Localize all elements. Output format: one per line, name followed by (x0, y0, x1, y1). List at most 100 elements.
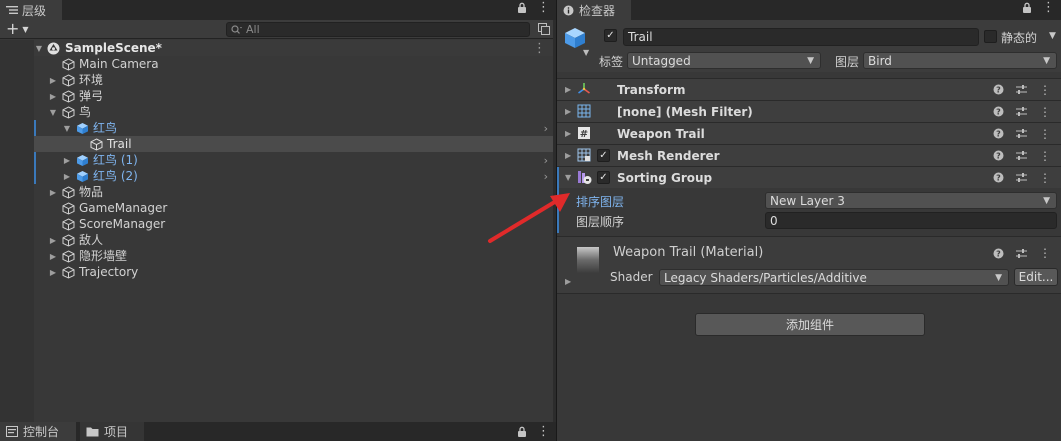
help-icon[interactable]: ? (993, 248, 1004, 259)
component-sorting-group[interactable]: ▼ ✓ Sorting Group ? ⋮ (557, 166, 1061, 233)
tab-console[interactable]: 控制台 (0, 422, 76, 441)
shader-dropdown[interactable]: Legacy Shaders/Particles/Additive ▼ (659, 269, 1009, 286)
collapsed-arrow-icon[interactable]: ▶ (565, 277, 571, 286)
script-icon: # (577, 126, 591, 140)
more-menu-icon[interactable]: ⋮ (537, 425, 550, 438)
collapsed-arrow-icon[interactable]: ▶ (48, 75, 58, 85)
hierarchy-item-trail[interactable]: Trail (0, 136, 556, 152)
hierarchy-item-enemies[interactable]: ▶ 敌人 (0, 232, 556, 248)
more-menu-icon[interactable]: ⋮ (1042, 1, 1055, 14)
svg-text:#: # (580, 129, 588, 140)
collapsed-arrow-icon[interactable]: ▶ (48, 267, 58, 277)
component-mesh-filter[interactable]: ▶ [none] (Mesh Filter) ? ⋮ (557, 100, 1061, 122)
preset-sliders-icon[interactable] (1016, 248, 1027, 259)
help-icon[interactable]: ? (993, 150, 1004, 161)
preset-sliders-icon[interactable] (1016, 150, 1027, 161)
preset-sliders-icon[interactable] (1016, 172, 1027, 183)
help-icon[interactable]: ? (993, 128, 1004, 139)
more-menu-icon[interactable]: ⋮ (537, 1, 550, 14)
more-menu-icon[interactable]: ⋮ (1039, 171, 1051, 185)
gameobject-icon (62, 249, 75, 263)
create-button[interactable]: + ▼ (6, 21, 29, 37)
component-weapon-trail[interactable]: ▶ # Weapon Trail ? ⋮ (557, 122, 1061, 144)
collapsed-arrow-icon[interactable]: ▶ (48, 91, 58, 101)
lock-icon[interactable] (1022, 2, 1032, 14)
hierarchy-item-score-manager[interactable]: ScoreManager (0, 216, 556, 232)
help-icon[interactable]: ? (993, 84, 1004, 95)
collapsed-arrow-icon[interactable]: ▶ (48, 187, 58, 197)
chevron-right-icon[interactable]: › (544, 122, 548, 135)
hierarchy-item-red-bird-2[interactable]: ▶ 红鸟 (2) › (0, 168, 556, 184)
tab-hierarchy[interactable]: 层级 (0, 0, 62, 20)
chevron-down-icon[interactable]: ▼ (583, 48, 589, 57)
chevron-right-icon[interactable]: › (544, 170, 548, 183)
hierarchy-item-trajectory[interactable]: ▶ Trajectory (0, 264, 556, 280)
scene-row[interactable]: ▼ SampleScene* ⋮ (0, 40, 556, 56)
static-checkbox[interactable] (984, 30, 997, 43)
collapsed-arrow-icon[interactable]: ▶ (565, 151, 571, 160)
hierarchy-item-label: 敌人 (79, 233, 104, 247)
hierarchy-item-red-bird[interactable]: ▼ 红鸟 › (0, 120, 556, 136)
hierarchy-item-items[interactable]: ▶ 物品 (0, 184, 556, 200)
preset-sliders-icon[interactable] (1016, 84, 1027, 95)
collapsed-arrow-icon[interactable]: ▶ (565, 129, 571, 138)
collapsed-arrow-icon[interactable]: ▶ (565, 107, 571, 116)
preset-sliders-icon[interactable] (1016, 106, 1027, 117)
active-checkbox[interactable]: ✓ (604, 29, 617, 42)
expanded-arrow-icon[interactable]: ▼ (62, 123, 72, 133)
collapsed-arrow-icon[interactable]: ▶ (565, 85, 571, 94)
hierarchy-item-environment[interactable]: ▶ 环境 (0, 72, 556, 88)
component-transform[interactable]: ▶ Transform ? ⋮ (557, 78, 1061, 100)
tab-inspector[interactable]: 检查器 (557, 0, 631, 20)
expanded-arrow-icon[interactable]: ▼ (565, 173, 571, 182)
hierarchy-item-slingshot[interactable]: ▶ 弹弓 (0, 88, 556, 104)
sorting-layer-dropdown[interactable]: New Layer 3 ▼ (765, 192, 1057, 209)
enabled-checkbox[interactable]: ✓ (597, 149, 610, 162)
lock-icon[interactable] (517, 426, 527, 438)
collapsed-arrow-icon[interactable]: ▶ (62, 155, 72, 165)
tag-dropdown[interactable]: Untagged ▼ (627, 52, 821, 69)
collapsed-arrow-icon[interactable]: ▶ (62, 171, 72, 181)
edit-shader-button[interactable]: Edit... (1014, 268, 1058, 286)
more-menu-icon[interactable]: ⋮ (1039, 83, 1051, 97)
order-in-layer-field[interactable]: 0 (765, 212, 1057, 229)
material-section: ▶ Weapon Trail (Material) ? ⋮ Shader Leg… (557, 236, 1061, 294)
more-menu-icon[interactable]: ⋮ (1039, 127, 1051, 141)
expanded-arrow-icon[interactable]: ▼ (48, 107, 58, 117)
enabled-checkbox[interactable]: ✓ (597, 171, 610, 184)
search-input[interactable]: All (226, 22, 530, 37)
preset-sliders-icon[interactable] (1016, 128, 1027, 139)
hierarchy-item-label: 环境 (79, 73, 104, 87)
collapsed-arrow-icon[interactable]: ▶ (48, 251, 58, 261)
hierarchy-item-birds[interactable]: ▼ 鸟 (0, 104, 556, 120)
gameobject-icon (62, 89, 75, 103)
material-preview-icon[interactable] (577, 247, 599, 273)
help-icon[interactable]: ? (993, 106, 1004, 117)
chevron-down-icon[interactable]: ▼ (1049, 31, 1056, 41)
scene-more-icon[interactable]: ⋮ (533, 41, 546, 56)
tab-project[interactable]: 项目 (80, 422, 144, 441)
hierarchy-item-game-manager[interactable]: GameManager (0, 200, 556, 216)
chevron-right-icon[interactable]: › (544, 154, 548, 167)
object-cube-icon[interactable] (563, 26, 587, 50)
component-title: [none] (Mesh Filter) (617, 104, 753, 119)
expand-arrow-icon[interactable]: ▼ (34, 43, 44, 53)
collapsed-arrow-icon[interactable]: ▶ (48, 235, 58, 245)
unity-scene-icon (47, 42, 60, 55)
gameobject-icon (62, 57, 75, 71)
more-menu-icon[interactable]: ⋮ (1039, 105, 1051, 119)
hierarchy-item-red-bird-1[interactable]: ▶ 红鸟 (1) › (0, 152, 556, 168)
more-menu-icon[interactable]: ⋮ (1039, 149, 1051, 163)
add-component-button[interactable]: 添加组件 (695, 313, 925, 336)
lock-icon[interactable] (517, 2, 527, 14)
scene-visibility-icon[interactable] (538, 23, 550, 35)
more-menu-icon[interactable]: ⋮ (1039, 246, 1051, 260)
layer-dropdown[interactable]: Bird ▼ (863, 52, 1057, 69)
hierarchy-item-label: 物品 (79, 185, 104, 199)
component-mesh-renderer[interactable]: ▶ ✓ Mesh Renderer ? ⋮ (557, 144, 1061, 166)
help-icon[interactable]: ? (993, 172, 1004, 183)
hierarchy-item-invisible-walls[interactable]: ▶ 隐形墙壁 (0, 248, 556, 264)
hierarchy-item-main-camera[interactable]: Main Camera (0, 56, 556, 72)
transform-icon (577, 82, 591, 96)
object-name-field[interactable]: Trail (623, 28, 979, 46)
